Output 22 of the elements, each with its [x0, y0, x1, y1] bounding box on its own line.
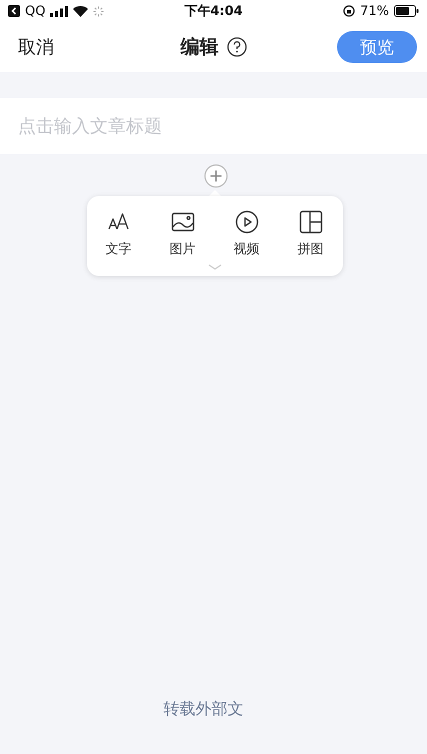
image-icon	[170, 210, 194, 234]
insert-menu-item[interactable]: 拼图	[286, 210, 336, 258]
back-app-label[interactable]: QQ	[25, 4, 46, 18]
help-icon[interactable]	[226, 37, 246, 57]
insert-menu-item[interactable]: 文字	[94, 210, 144, 258]
insert-menu-item[interactable]: 视频	[222, 210, 272, 258]
wifi-icon	[73, 6, 88, 16]
add-icon[interactable]	[204, 164, 228, 188]
title-input-field[interactable]: 点击输入文章标题	[0, 98, 427, 154]
play-icon	[234, 210, 258, 234]
signal-icon	[50, 6, 68, 16]
back-icon[interactable]	[8, 5, 20, 17]
status-time: 下午4:04	[184, 4, 243, 19]
insert-menu-item[interactable]: 图片	[158, 210, 208, 258]
battery-icon	[394, 5, 419, 17]
layout-grid-icon	[298, 210, 322, 234]
import-article-link[interactable]: 转载外部文	[164, 699, 244, 720]
loading-icon	[93, 6, 104, 16]
page-title: 编辑	[180, 35, 218, 60]
rotation-lock-icon	[343, 5, 356, 17]
battery-percent: 71%	[360, 4, 389, 18]
cancel-button[interactable]: 取消	[18, 35, 54, 59]
